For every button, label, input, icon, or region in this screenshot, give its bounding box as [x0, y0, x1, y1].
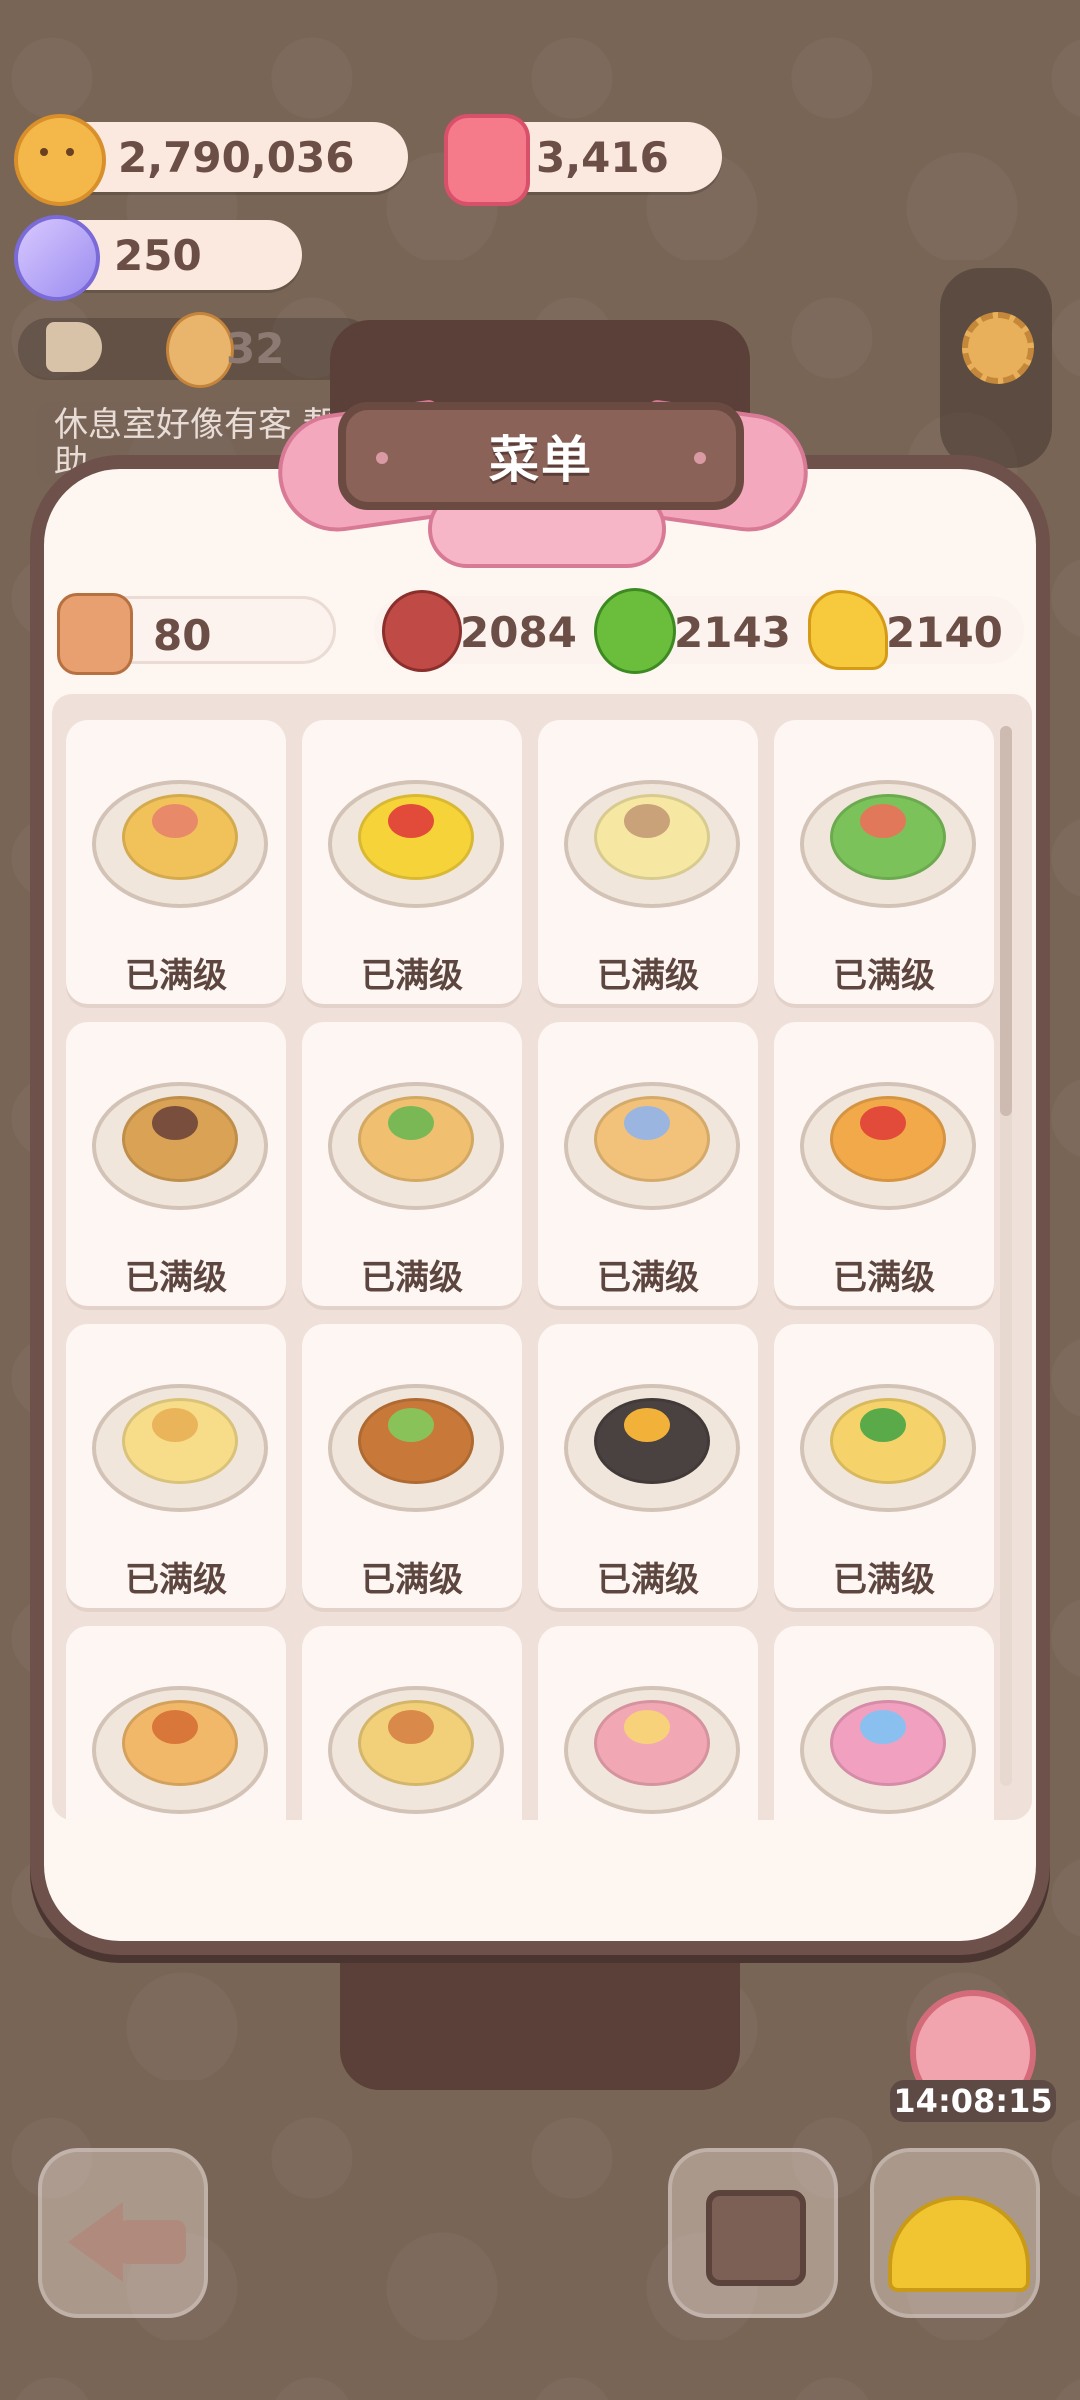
ice-cream-sundae-icon: [790, 1648, 978, 1820]
menu-item-status: 已满级: [125, 956, 227, 996]
ingredient-value: 80: [153, 611, 212, 660]
menu-item-card[interactable]: 已满级: [774, 720, 994, 1004]
menu-title: 菜单: [489, 431, 593, 489]
menu-item-status: 已满级: [833, 1258, 935, 1298]
cookie-count: 2,790,036: [118, 132, 355, 182]
menu-item-status: 已满级: [597, 956, 699, 996]
menu-item-card[interactable]: 已满级: [774, 1324, 994, 1608]
ingredient-group: 2084 2143 2140: [374, 588, 1024, 674]
tempura-udon-icon: [82, 1044, 270, 1234]
candy-count: 250: [114, 230, 202, 280]
menu-grid-container: 已满级 已满级 已满级 已满级 已满级 已满级 已满级 已满级 已满级 已满级 已满级 已满级: [52, 694, 1032, 1820]
candy-currency: 250: [14, 215, 302, 301]
cream-soup-icon: [554, 742, 742, 932]
meat-icon: [382, 590, 462, 672]
pancakes-icon: [554, 1044, 742, 1234]
pink-gem-icon: [444, 114, 530, 206]
ingredient-value: 2084: [460, 608, 577, 657]
cookie-coin-icon: [14, 114, 106, 206]
hard-hat-icon: [888, 2196, 1030, 2292]
menu-item-status: 已满级: [597, 1560, 699, 1600]
burger-tower-icon: [318, 1346, 506, 1536]
menu-item-status: 已满级: [125, 1560, 227, 1600]
bibimbap-icon: [554, 1346, 742, 1536]
menu-item-card[interactable]: 已满级: [538, 1022, 758, 1306]
gear-icon[interactable]: [962, 312, 1034, 384]
cheese-flowers-icon: [790, 1346, 978, 1536]
menu-item-status: 已满级: [361, 1258, 463, 1298]
menu-item-card[interactable]: 已满级: [302, 1324, 522, 1608]
menu-title-plaque: 菜单: [338, 402, 744, 510]
menu-item-card[interactable]: 已满级: [66, 1324, 286, 1608]
menu-item-card[interactable]: 已满级: [538, 720, 758, 1004]
menu-item-card[interactable]: 已满级: [302, 1022, 522, 1306]
event-timer: 14:08:15: [890, 2080, 1056, 2122]
ingredient-bar: 80 2084 2143 2140: [44, 588, 1024, 675]
menu-item-status: 已满级: [125, 1258, 227, 1298]
menu-item-status: 已满级: [361, 1560, 463, 1600]
ingredient-value: 2140: [886, 608, 1003, 657]
scrollbar-thumb[interactable]: [1000, 726, 1012, 1116]
notice-bar[interactable]: 32: [18, 312, 374, 388]
menu-item-card[interactable]: [66, 1626, 286, 1820]
menu-item-card[interactable]: 已满级: [66, 1022, 286, 1306]
menu-item-card[interactable]: 已满级: [774, 1022, 994, 1306]
customer-count: 32: [226, 324, 285, 373]
side-menu: [940, 268, 1052, 468]
menu-item-card[interactable]: [538, 1626, 758, 1820]
menu-item-status: 已满级: [361, 956, 463, 996]
spoon-icon: [57, 593, 133, 675]
spaghetti-icon: [82, 1648, 270, 1820]
build-button[interactable]: [870, 2148, 1040, 2318]
pizza-icon: [790, 1044, 978, 1234]
salad-bowl-icon: [790, 742, 978, 932]
gem-currency: 3,416: [444, 114, 722, 206]
menu-item-card[interactable]: 已满级: [302, 720, 522, 1004]
ingredient-value: 2143: [674, 608, 791, 657]
menu-item-card[interactable]: 已满级: [538, 1324, 758, 1608]
menu-item-status: 已满级: [597, 1258, 699, 1298]
back-button[interactable]: [38, 2148, 208, 2318]
omelette-rice-icon: [318, 742, 506, 932]
back-arrow-icon: [68, 2202, 123, 2282]
menu-item-status: 已满级: [833, 956, 935, 996]
ramen-icon: [318, 1044, 506, 1234]
breakfast-platter-icon: [318, 1648, 506, 1820]
cheese-icon: [808, 590, 888, 670]
customer-face-icon: [166, 312, 234, 388]
oven-icon: [706, 2190, 806, 2286]
ingredient-spoon: 80: [57, 593, 336, 675]
candy-icon: [14, 215, 100, 301]
menu-item-status: 已满级: [833, 1560, 935, 1600]
sandwich-icon: [82, 742, 270, 932]
menu-item-card[interactable]: [774, 1626, 994, 1820]
gem-count: 3,416: [536, 132, 669, 182]
cookie-currency: 2,790,036: [14, 114, 408, 206]
menu-item-card[interactable]: [302, 1626, 522, 1820]
dessert-plate-icon: [554, 1648, 742, 1820]
cheese-bread-icon: [82, 1346, 270, 1536]
menu-item-card[interactable]: 已满级: [66, 720, 286, 1004]
oven-button[interactable]: [668, 2148, 838, 2318]
megaphone-icon[interactable]: [46, 322, 102, 372]
broccoli-icon: [594, 588, 676, 674]
